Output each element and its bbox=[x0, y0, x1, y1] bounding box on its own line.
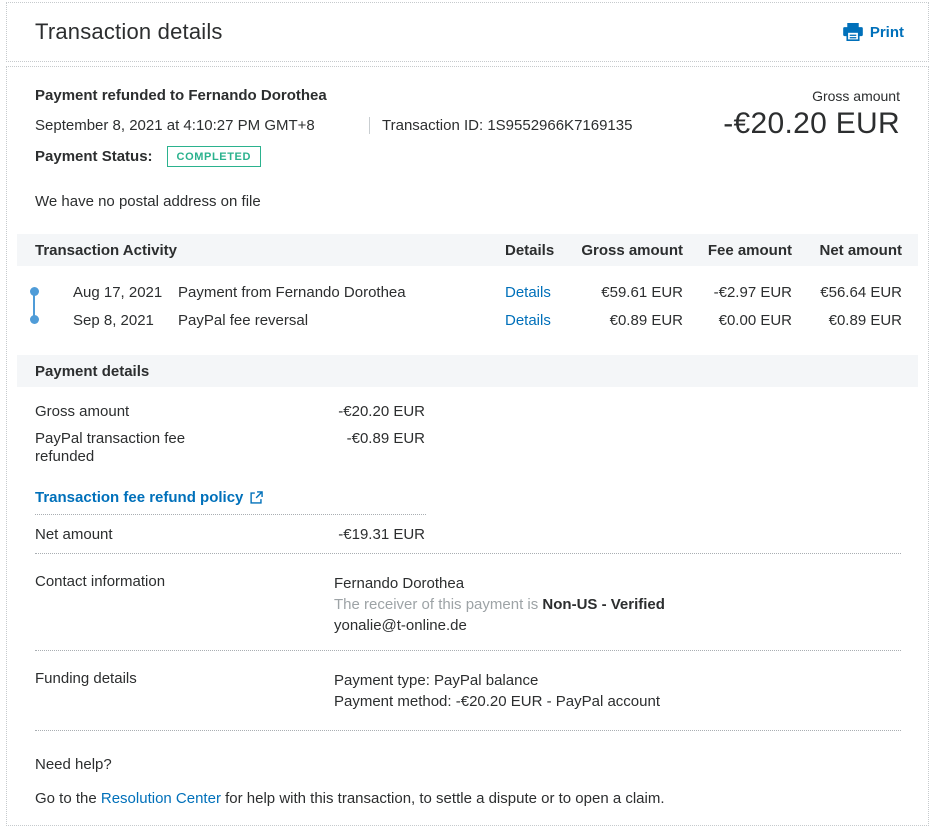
divider bbox=[35, 730, 901, 731]
policy-link-row: Transaction fee refund policy bbox=[35, 489, 900, 506]
gross-amount-row: Gross amount -€20.20 EUR bbox=[35, 403, 900, 421]
printer-icon bbox=[843, 23, 863, 41]
transaction-id: Transaction ID: 1S9552966K7169135 bbox=[382, 117, 632, 134]
contact-information-label: Contact information bbox=[35, 573, 334, 636]
fee-refund-policy-link[interactable]: Transaction fee refund policy bbox=[35, 489, 243, 506]
column-net: Net amount bbox=[792, 242, 902, 259]
summary-left: Payment refunded to Fernando Dorothea Se… bbox=[35, 87, 632, 167]
help-text: Go to the Resolution Center for help wit… bbox=[35, 790, 900, 807]
page-header: Transaction details Print bbox=[6, 2, 929, 62]
activity-table-header: Transaction Activity Details Gross amoun… bbox=[17, 234, 918, 266]
row-net: €0.89 EUR bbox=[792, 312, 902, 329]
row-gross: €0.89 EUR bbox=[575, 312, 683, 329]
row-gross: €59.61 EUR bbox=[575, 284, 683, 301]
status-badge: COMPLETED bbox=[167, 146, 261, 167]
details-link-2[interactable]: Details bbox=[505, 312, 575, 329]
summary-section: Payment refunded to Fernando Dorothea Se… bbox=[35, 87, 900, 167]
receiver-prefix: The receiver of this payment is bbox=[334, 596, 542, 613]
row-fee: -€2.97 EUR bbox=[683, 284, 792, 301]
print-button[interactable]: Print bbox=[843, 23, 904, 41]
funding-details-content: Payment type: PayPal balance Payment met… bbox=[334, 670, 900, 712]
receiver-status-line: The receiver of this payment is Non-US -… bbox=[334, 594, 900, 615]
date-row: September 8, 2021 at 4:10:27 PM GMT+8 Tr… bbox=[35, 117, 632, 134]
row-value: -€20.20 EUR bbox=[334, 403, 425, 421]
row-net: €56.64 EUR bbox=[792, 284, 902, 301]
activity-row-2: Sep 8, 2021 PayPal fee reversal Details … bbox=[35, 306, 900, 334]
need-help-title: Need help? bbox=[35, 756, 900, 773]
external-link-icon bbox=[250, 491, 263, 504]
payment-status-row: Payment Status: COMPLETED bbox=[35, 146, 632, 167]
transaction-details-page: Transaction details Print Payment refund… bbox=[6, 2, 929, 826]
column-details: Details bbox=[505, 242, 575, 259]
vertical-divider bbox=[369, 117, 370, 134]
payment-details-header: Payment details bbox=[17, 355, 918, 387]
row-description: Payment from Fernando Dorothea bbox=[178, 284, 505, 301]
row-fee: €0.00 EUR bbox=[683, 312, 792, 329]
payment-details-title: Payment details bbox=[35, 363, 900, 380]
help-text-before: Go to the bbox=[35, 790, 101, 807]
row-label: Net amount bbox=[35, 526, 245, 544]
payment-details-rows: Gross amount -€20.20 EUR PayPal transact… bbox=[35, 403, 900, 466]
resolution-center-link[interactable]: Resolution Center bbox=[101, 790, 221, 807]
contact-email: yonalie@t-online.de bbox=[334, 615, 900, 636]
gross-amount-label: Gross amount bbox=[723, 88, 900, 104]
divider bbox=[35, 650, 901, 651]
divider bbox=[35, 514, 426, 515]
fee-refunded-row: PayPal transaction fee refunded -€0.89 E… bbox=[35, 430, 900, 466]
timeline-dot-1 bbox=[30, 287, 39, 296]
no-postal-address-notice: We have no postal address on file bbox=[35, 193, 900, 210]
details-link-1[interactable]: Details bbox=[505, 284, 575, 301]
contact-information-content: Fernando Dorothea The receiver of this p… bbox=[334, 573, 900, 636]
contact-name: Fernando Dorothea bbox=[334, 573, 900, 594]
row-description: PayPal fee reversal bbox=[178, 312, 505, 329]
funding-details-section: Funding details Payment type: PayPal bal… bbox=[35, 670, 900, 712]
gross-amount-value: -€20.20 EUR bbox=[723, 107, 900, 141]
transaction-body: Payment refunded to Fernando Dorothea Se… bbox=[6, 66, 929, 826]
row-label: Gross amount bbox=[35, 403, 245, 421]
payment-method: Payment method: -€20.20 EUR - PayPal acc… bbox=[334, 691, 900, 712]
payment-type: Payment type: PayPal balance bbox=[334, 670, 900, 691]
print-label: Print bbox=[870, 24, 904, 41]
payment-status-label: Payment Status: bbox=[35, 148, 153, 165]
payee-line: Payment refunded to Fernando Dorothea bbox=[35, 87, 632, 104]
summary-right: Gross amount -€20.20 EUR bbox=[723, 87, 900, 167]
receiver-status: Non-US - Verified bbox=[542, 596, 665, 613]
activity-row-1: Aug 17, 2021 Payment from Fernando Dorot… bbox=[35, 278, 900, 306]
help-text-after: for help with this transaction, to settl… bbox=[221, 790, 665, 807]
transaction-date: September 8, 2021 at 4:10:27 PM GMT+8 bbox=[35, 117, 369, 134]
row-label: PayPal transaction fee refunded bbox=[35, 430, 245, 466]
funding-details-label: Funding details bbox=[35, 670, 334, 712]
divider bbox=[35, 553, 901, 554]
row-date: Aug 17, 2021 bbox=[73, 284, 178, 301]
page-title: Transaction details bbox=[35, 19, 223, 45]
column-fee: Fee amount bbox=[683, 242, 792, 259]
timeline-dot-2 bbox=[30, 315, 39, 324]
net-amount-row: Net amount -€19.31 EUR bbox=[35, 526, 900, 544]
column-gross: Gross amount bbox=[575, 242, 683, 259]
row-value: -€19.31 EUR bbox=[334, 526, 425, 544]
row-value: -€0.89 EUR bbox=[334, 430, 425, 466]
contact-information-section: Contact information Fernando Dorothea Th… bbox=[35, 573, 900, 636]
row-date: Sep 8, 2021 bbox=[73, 312, 178, 329]
activity-rows: Aug 17, 2021 Payment from Fernando Dorot… bbox=[35, 278, 900, 334]
activity-title: Transaction Activity bbox=[35, 242, 505, 259]
